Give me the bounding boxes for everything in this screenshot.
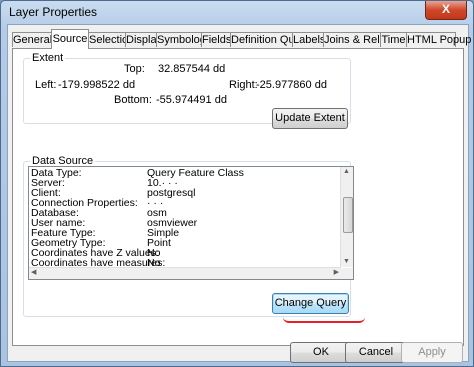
extent-left-label: Left: [35,79,57,91]
extent-right-value: -25.977860 dd [256,79,327,91]
tab-html-popup[interactable]: HTML Popup [406,32,471,47]
change-query-button[interactable]: Change Query [272,293,349,314]
red-underline-annotation [283,317,365,323]
extent-top-value: 32.857544 dd [158,63,226,75]
source-tab-panel: Extent Top: 32.857544 dd Left: -179.9985… [12,48,464,346]
extent-top-label: Top: [124,63,145,75]
cancel-button[interactable]: Cancel [345,342,407,363]
tab-joins-relates[interactable]: Joins & Relates [323,32,400,47]
update-extent-button[interactable]: Update Extent [272,108,348,129]
vertical-scroll-thumb[interactable] [343,197,353,233]
tab-general[interactable]: General [12,32,52,47]
window-title: Layer Properties [9,5,98,19]
horizontal-scrollbar[interactable]: ◀ ▶ [29,267,341,279]
extent-group-label: Extent [30,52,66,64]
layer-properties-window: Layer Properties X General Source Select… [0,0,474,367]
close-button[interactable]: X [425,1,467,20]
extent-bottom-value: -55.974491 dd [156,94,227,106]
ok-button[interactable]: OK [290,342,352,363]
tab-source[interactable]: Source [51,29,89,49]
scroll-right-icon[interactable]: ▶ [334,269,339,277]
scrollbar-corner [341,268,353,279]
scroll-left-icon[interactable]: ◀ [31,269,36,277]
apply-button[interactable]: Apply [401,342,463,363]
tab-fields[interactable]: Fields [201,32,231,47]
extent-left-value: -179.998522 dd [58,79,136,91]
vertical-scrollbar[interactable]: ▲ ▼ [340,167,353,267]
extent-group: Extent Top: 32.857544 dd Left: -179.9985… [23,52,351,129]
scroll-down-icon[interactable]: ▼ [343,258,350,266]
tab-definition-query[interactable]: Definition Query [230,32,310,47]
title-bar[interactable]: Layer Properties X [1,1,473,23]
tab-time[interactable]: Time [380,32,407,47]
dialog-client-area: General Source Selection Display Symbolo… [7,24,471,363]
extent-bottom-label: Bottom: [114,94,152,106]
data-source-listbox[interactable]: Data Type: Query Feature Class Server: 10.… [28,166,354,280]
tab-labels[interactable]: Labels [292,32,325,47]
close-icon: X [441,2,450,16]
tab-selection[interactable]: Selection [88,32,134,47]
data-source-group: Data Source Data Type: Query Feature Clas… [23,155,354,317]
tab-display[interactable]: Display [125,32,162,47]
scroll-up-icon[interactable]: ▲ [343,168,350,176]
tab-symbology[interactable]: Symbology [156,32,211,47]
extent-right-label: Right: [229,79,258,91]
